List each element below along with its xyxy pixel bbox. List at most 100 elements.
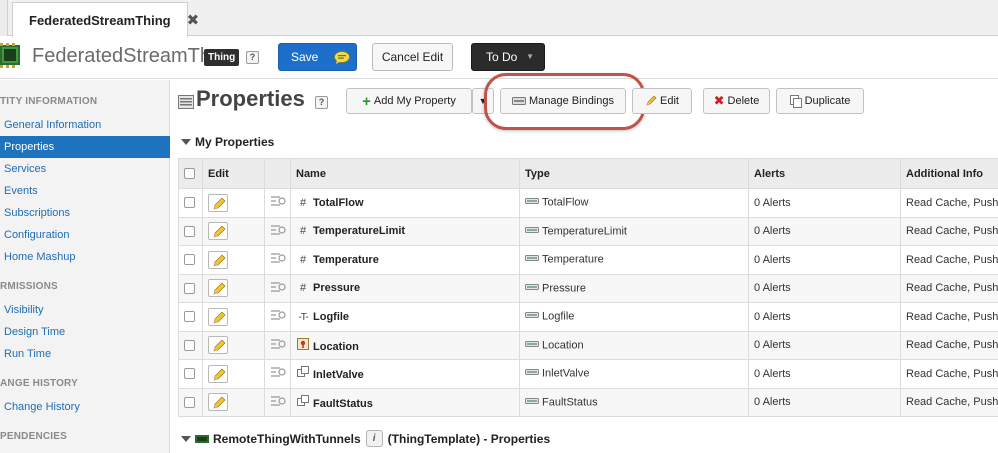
help-icon[interactable]: ? bbox=[246, 51, 259, 64]
row-edit-cell[interactable] bbox=[202, 330, 265, 360]
property-name-cell[interactable]: # Pressure bbox=[290, 273, 520, 303]
property-alerts-cell[interactable]: 0 Alerts bbox=[748, 387, 901, 417]
sidebar-item-general-information[interactable]: General Information bbox=[0, 114, 170, 136]
row-edit-cell[interactable] bbox=[202, 302, 265, 332]
property-name-cell[interactable]: -T- Logfile bbox=[290, 302, 520, 332]
row-checkbox[interactable] bbox=[184, 225, 195, 237]
tab-stub[interactable] bbox=[0, 0, 8, 36]
sidebar-item-configuration[interactable]: Configuration bbox=[0, 224, 170, 246]
table-row[interactable]: Location Location 0 Alerts Read Cache, Push… bbox=[178, 330, 998, 360]
inherited-properties-heading[interactable]: RemoteThingWithTunnels i (ThingTemplate)… bbox=[181, 430, 550, 447]
property-alerts-cell[interactable]: 0 Alerts bbox=[748, 273, 901, 303]
sidebar-item-events[interactable]: Events bbox=[0, 180, 170, 202]
row-binding-cell[interactable] bbox=[264, 245, 291, 275]
property-name-cell[interactable]: FaultStatus bbox=[290, 387, 520, 417]
sidebar-item-run-time[interactable]: Run Time bbox=[0, 343, 170, 365]
binding-icon[interactable] bbox=[270, 253, 286, 268]
pencil-icon[interactable] bbox=[208, 307, 228, 326]
table-row[interactable]: -T- Logfile Logfile 0 Alerts Read Cache, Pus… bbox=[178, 302, 998, 332]
row-select-cell[interactable] bbox=[178, 216, 203, 246]
row-checkbox[interactable] bbox=[184, 282, 195, 294]
binding-icon[interactable] bbox=[270, 225, 286, 240]
row-edit-cell[interactable] bbox=[202, 245, 265, 275]
pencil-icon[interactable] bbox=[208, 193, 228, 212]
row-select-cell[interactable] bbox=[178, 387, 203, 417]
row-select-cell[interactable] bbox=[178, 273, 203, 303]
cancel-edit-button[interactable]: Cancel Edit bbox=[372, 43, 453, 71]
row-select-cell[interactable] bbox=[178, 359, 203, 389]
help-icon[interactable]: ? bbox=[315, 96, 328, 109]
row-edit-cell[interactable] bbox=[202, 216, 265, 246]
row-checkbox[interactable] bbox=[184, 254, 195, 266]
row-checkbox[interactable] bbox=[184, 339, 195, 351]
binding-icon[interactable] bbox=[270, 396, 286, 411]
row-select-cell[interactable] bbox=[178, 188, 203, 218]
row-binding-cell[interactable] bbox=[264, 302, 291, 332]
binding-icon[interactable] bbox=[270, 367, 286, 382]
row-edit-cell[interactable] bbox=[202, 188, 265, 218]
pencil-icon[interactable] bbox=[208, 364, 228, 383]
sidebar-item-subscriptions[interactable]: Subscriptions bbox=[0, 202, 170, 224]
select-all-cell[interactable] bbox=[178, 158, 203, 189]
edit-button[interactable]: Edit bbox=[632, 88, 692, 114]
column-header-alerts[interactable]: Alerts bbox=[748, 158, 901, 189]
duplicate-button[interactable]: Duplicate bbox=[776, 88, 864, 114]
sidebar-item-home-mashup[interactable]: Home Mashup bbox=[0, 246, 170, 268]
row-binding-cell[interactable] bbox=[264, 216, 291, 246]
sidebar-item-services[interactable]: Services bbox=[0, 158, 170, 180]
sidebar-item-properties[interactable]: Properties bbox=[0, 136, 170, 158]
column-header-edit[interactable]: Edit bbox=[202, 158, 265, 189]
property-alerts-cell[interactable]: 0 Alerts bbox=[748, 302, 901, 332]
row-binding-cell[interactable] bbox=[264, 273, 291, 303]
pencil-icon[interactable] bbox=[208, 336, 228, 355]
pencil-icon[interactable] bbox=[208, 250, 228, 269]
column-header-additional-info[interactable]: Additional Info bbox=[900, 158, 998, 189]
row-binding-cell[interactable] bbox=[264, 359, 291, 389]
table-row[interactable]: # TotalFlow TotalFlow 0 Alerts Read Cache, P… bbox=[178, 188, 998, 218]
column-header-type[interactable]: Type bbox=[519, 158, 749, 189]
pencil-icon[interactable] bbox=[208, 279, 228, 298]
property-alerts-cell[interactable]: 0 Alerts bbox=[748, 188, 901, 218]
table-row[interactable]: InletValve InletValve 0 Alerts Read Cache, … bbox=[178, 359, 998, 389]
row-select-cell[interactable] bbox=[178, 245, 203, 275]
row-edit-cell[interactable] bbox=[202, 359, 265, 389]
sidebar-item-change-history[interactable]: Change History bbox=[0, 396, 170, 418]
binding-icon[interactable] bbox=[270, 196, 286, 211]
save-button[interactable]: Save bbox=[278, 43, 357, 71]
property-alerts-cell[interactable]: 0 Alerts bbox=[748, 245, 901, 275]
property-name-cell[interactable]: InletValve bbox=[290, 359, 520, 389]
pencil-icon[interactable] bbox=[208, 222, 228, 241]
info-icon[interactable]: i bbox=[365, 430, 383, 447]
my-properties-heading[interactable]: My Properties bbox=[181, 135, 274, 149]
row-checkbox[interactable] bbox=[184, 197, 195, 209]
binding-icon[interactable] bbox=[270, 339, 286, 354]
add-my-property-button[interactable]: + Add My Property bbox=[346, 88, 472, 114]
row-binding-cell[interactable] bbox=[264, 330, 291, 360]
table-row[interactable]: # Pressure Pressure 0 Alerts Read Cache, Pus… bbox=[178, 273, 998, 303]
pencil-icon[interactable] bbox=[208, 393, 228, 412]
table-row[interactable]: # Temperature Temperature 0 Alerts Read Cach… bbox=[178, 245, 998, 275]
binding-icon[interactable] bbox=[270, 310, 286, 325]
row-binding-cell[interactable] bbox=[264, 188, 291, 218]
row-checkbox[interactable] bbox=[184, 311, 195, 323]
row-edit-cell[interactable] bbox=[202, 273, 265, 303]
row-checkbox[interactable] bbox=[184, 396, 195, 408]
delete-button[interactable]: ✖ Delete bbox=[703, 88, 770, 114]
todo-dropdown-button[interactable]: To Do ▼ bbox=[471, 43, 545, 71]
row-checkbox[interactable] bbox=[184, 368, 195, 380]
property-name-cell[interactable]: # TotalFlow bbox=[290, 188, 520, 218]
property-alerts-cell[interactable]: 0 Alerts bbox=[748, 330, 901, 360]
property-name-cell[interactable]: # TemperatureLimit bbox=[290, 216, 520, 246]
property-name-cell[interactable]: # Temperature bbox=[290, 245, 520, 275]
sidebar-item-visibility[interactable]: Visibility bbox=[0, 299, 170, 321]
table-row[interactable]: # TemperatureLimit TemperatureLimit 0 Alert… bbox=[178, 216, 998, 246]
close-icon[interactable]: ✖ bbox=[187, 11, 200, 29]
sidebar-item-design-time[interactable]: Design Time bbox=[0, 321, 170, 343]
select-all-checkbox[interactable] bbox=[184, 168, 195, 180]
binding-icon[interactable] bbox=[270, 282, 286, 297]
table-row[interactable]: FaultStatus FaultStatus 0 Alerts Read Cache… bbox=[178, 387, 998, 417]
row-select-cell[interactable] bbox=[178, 302, 203, 332]
property-alerts-cell[interactable]: 0 Alerts bbox=[748, 216, 901, 246]
column-header-name[interactable]: Name bbox=[290, 158, 520, 189]
property-alerts-cell[interactable]: 0 Alerts bbox=[748, 359, 901, 389]
